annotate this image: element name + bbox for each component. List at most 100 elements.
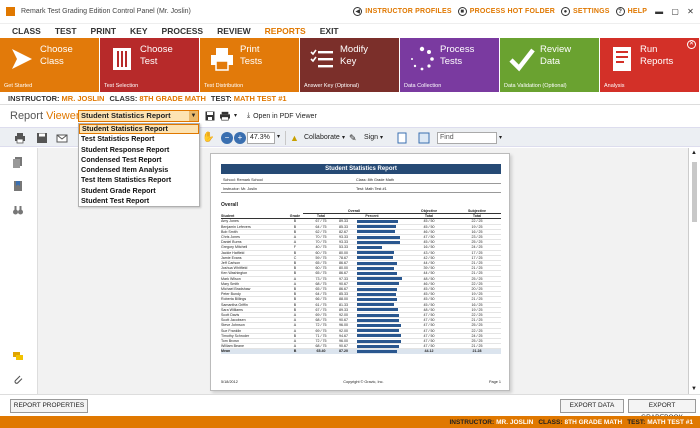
process-hot-folder-label: PROCESS HOT FOLDER	[469, 8, 556, 15]
report-properties-button[interactable]: REPORT PROPERTIES	[10, 399, 88, 413]
percent-value: 82.67	[339, 229, 348, 234]
hand-tool-icon[interactable]: ✋	[202, 132, 214, 144]
menu-key[interactable]: KEY	[130, 26, 147, 36]
menu-test[interactable]: TEST	[55, 26, 77, 36]
menu-process[interactable]: PROCESS	[162, 26, 204, 36]
process-hot-folder-link[interactable]: ■ PROCESS HOT FOLDER	[457, 7, 556, 16]
menu-exit[interactable]: EXIT	[320, 26, 339, 36]
settings-link[interactable]: ● SETTINGS	[561, 7, 610, 16]
ribbon-tile-subtitle: Data Validation (Optional)	[504, 83, 567, 89]
percent-value: 93.33	[339, 240, 348, 245]
arrow-left-icon: ◀	[353, 7, 363, 16]
percent-value: 90.67	[339, 344, 348, 349]
pages-icon[interactable]	[12, 156, 24, 168]
report-page-number: Page 1	[488, 380, 501, 384]
percent-value: 53.33	[339, 245, 348, 250]
fit-page-icon[interactable]	[396, 132, 408, 144]
ribbon-tile-process-tests[interactable]: Process Tests Data Collection	[400, 38, 499, 92]
report-type-select[interactable]: Student Statistics Report ▼	[78, 110, 199, 122]
ribbon-tile-subtitle: Answer Key (Optional)	[304, 83, 360, 89]
percent-value: 94.67	[339, 333, 348, 338]
bookmarks-icon[interactable]	[12, 180, 24, 192]
percent-bar	[357, 230, 396, 234]
report-option[interactable]: Student Response Report	[79, 145, 199, 155]
print-dropdown-icon[interactable]: ▾	[234, 112, 237, 119]
ribbon-tile-print-tests[interactable]: Print Tests Test Distribution	[200, 38, 299, 92]
report-viewer-title: Report Viewer	[10, 110, 80, 122]
menu-print[interactable]: PRINT	[91, 26, 117, 36]
percent-value: 92.00	[339, 328, 348, 333]
report-select-value: Student Statistics Report	[81, 111, 171, 120]
report-option[interactable]: Student Grade Report	[79, 186, 199, 196]
ribbon-tile-run-reports[interactable]: Run Reports Analysis ✕	[600, 38, 699, 92]
help-link[interactable]: ? HELP	[615, 7, 647, 16]
zoom-out-icon[interactable]: −	[221, 132, 233, 144]
save-icon[interactable]	[36, 132, 48, 144]
menu-class[interactable]: CLASS	[12, 26, 41, 36]
instructor-profiles-link[interactable]: ◀ INSTRUCTOR PROFILES	[353, 7, 452, 16]
download-icon: ⤓	[247, 112, 251, 119]
report-option[interactable]: Test Statistics Report	[79, 134, 199, 144]
percent-value: 85.33	[339, 292, 348, 297]
fit-width-icon[interactable]	[418, 132, 430, 144]
status-class-key: CLASS:	[538, 418, 563, 426]
email-icon[interactable]	[56, 132, 68, 144]
test-field: Test: Math Test #1	[356, 187, 387, 191]
zoom-input[interactable]: 47.3%	[247, 132, 275, 144]
open-pdf-viewer-button[interactable]: ⤓ Open in PDF Viewer	[247, 112, 317, 120]
percent-value: 85.33	[339, 224, 348, 229]
menu-reports[interactable]: REPORTS	[265, 26, 306, 36]
report-page: Student Statistics Report School: Remark…	[210, 153, 510, 391]
collaborate-button[interactable]: Collaborate	[304, 134, 340, 141]
export-gradebook-button[interactable]: EXPORT GRADEBOOK	[628, 399, 696, 421]
report-option[interactable]: Student Test Report	[79, 196, 199, 206]
sign-dropdown-icon[interactable]: ▾	[380, 134, 383, 141]
menu-review[interactable]: REVIEW	[217, 26, 251, 36]
test-value: Math Test #1	[365, 186, 387, 191]
pdf-side-panel	[0, 148, 38, 394]
maximize-button[interactable]: ▢	[671, 7, 679, 16]
ribbon-tile-review-data[interactable]: Review Data Data Validation (Optional)	[500, 38, 599, 92]
percent-value: 86.67	[339, 287, 348, 292]
zoom-dropdown-icon[interactable]: ▾	[277, 133, 280, 140]
percent-value: 81.33	[339, 302, 348, 307]
ribbon-tile-choose-test[interactable]: Choose Test Test Selection	[100, 38, 199, 92]
zoom-in-icon[interactable]: +	[234, 132, 246, 144]
report-option[interactable]: Test Item Statistics Report	[79, 175, 199, 185]
instructor-field: Instructor: Mr. Joslin	[221, 187, 356, 191]
section-title: Overall	[221, 202, 238, 208]
close-button[interactable]: ✕	[687, 7, 694, 16]
check-icon	[508, 45, 536, 73]
percent-bar	[357, 220, 399, 223]
ribbon-tile-choose-class[interactable]: Choose Class Get Started	[0, 38, 99, 92]
attachment-icon[interactable]	[12, 374, 24, 386]
report-option[interactable]: Condensed Test Report	[79, 155, 199, 165]
scroll-up-icon[interactable]: ▲	[691, 150, 697, 156]
breadcrumb-class: 8TH GRADE MATH	[139, 93, 206, 103]
report-option[interactable]: Student Statistics Report	[79, 124, 199, 135]
vertical-scrollbar[interactable]: ▲ ▼	[688, 148, 700, 394]
ribbon-tile-modify-key[interactable]: Modify Key Answer Key (Optional)	[300, 38, 399, 92]
find-input[interactable]: Find	[437, 132, 497, 144]
scroll-thumb[interactable]	[692, 162, 697, 222]
report-info-row: Instructor: Mr. Joslin Test: Math Test #…	[221, 185, 501, 193]
chevron-down-icon[interactable]: ▼	[189, 111, 198, 121]
scroll-down-icon[interactable]: ▼	[691, 386, 697, 392]
report-option[interactable]: Condensed Item Analysis	[79, 165, 199, 175]
comments-icon[interactable]	[12, 350, 24, 362]
viewer-title-b: Viewer	[46, 110, 80, 122]
print-icon[interactable]	[220, 111, 230, 121]
binoculars-icon[interactable]	[12, 204, 24, 216]
print-icon[interactable]	[14, 132, 26, 144]
collaborate-dropdown-icon[interactable]: ▾	[342, 134, 345, 141]
minimize-button[interactable]: ▬	[655, 7, 663, 16]
sign-button[interactable]: Sign	[364, 134, 378, 141]
save-icon[interactable]	[205, 111, 215, 121]
percent-bar	[357, 329, 400, 333]
percent-value: 97.33	[339, 276, 348, 281]
find-dropdown-icon[interactable]: ▾	[499, 134, 502, 141]
close-icon[interactable]: ✕	[687, 40, 696, 49]
menu-bar: CLASS TEST PRINT KEY PROCESS REVIEW REPO…	[0, 24, 700, 38]
class-value: 8th Grade Math	[367, 177, 395, 182]
export-data-button[interactable]: EXPORT DATA	[560, 399, 624, 413]
